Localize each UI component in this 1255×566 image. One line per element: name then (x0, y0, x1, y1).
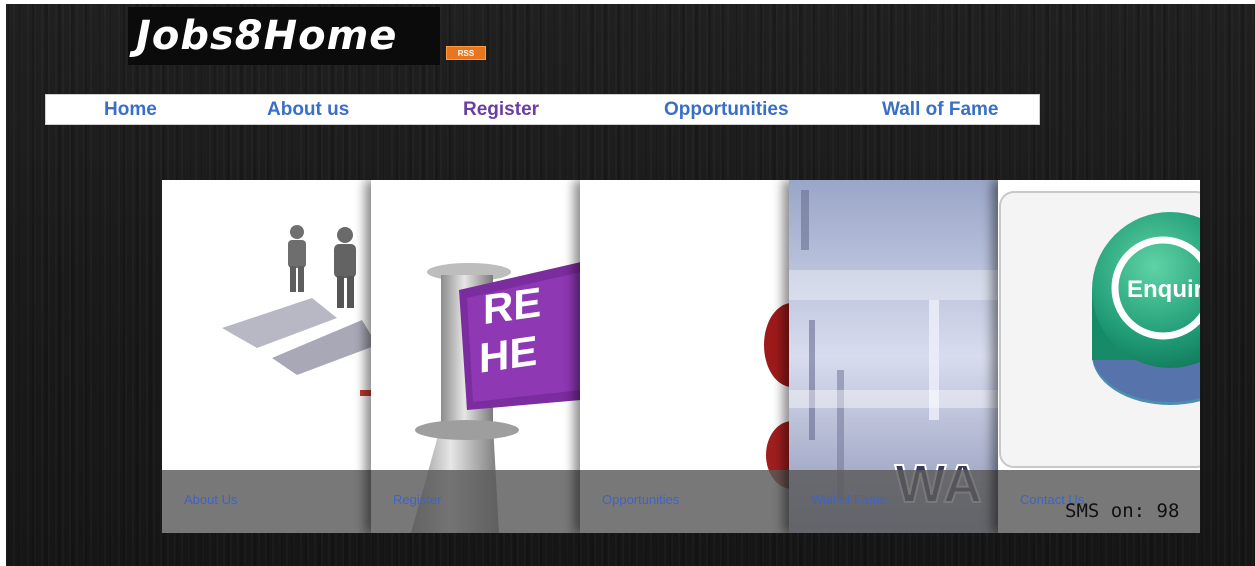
nav-home[interactable]: Home (104, 95, 157, 124)
slider-panel-wall-of-fame[interactable]: WA Wall of Fame (789, 180, 999, 533)
rss-icon[interactable]: RSS (446, 46, 486, 60)
main-nav: Home About us Register Opportunities Wal… (45, 94, 1040, 125)
register-sign-text-2: HE (479, 327, 537, 382)
panel-caption: About Us (162, 470, 372, 533)
image-accordion-slider: About Us RE HE Register Opportunities Wa… (162, 180, 1200, 533)
slider-panel-contact[interactable]: Enquiry Contact Us (998, 180, 1200, 533)
register-sign-text-1: RE (483, 278, 541, 333)
nav-wall-of-fame[interactable]: Wall of Fame (882, 95, 998, 124)
panel-caption: Register (371, 470, 581, 533)
sms-info: SMS on: 98 (1065, 500, 1180, 522)
slider-panel-register[interactable]: RE HE Register (371, 180, 581, 533)
nav-opportunities[interactable]: Opportunities (664, 95, 789, 124)
enquiry-text: Enquiry (1127, 276, 1200, 303)
caption-link-opportunities[interactable]: Opportunities (602, 492, 679, 507)
caption-link-register[interactable]: Register (393, 492, 441, 507)
panel-caption: Opportunities (580, 470, 790, 533)
nav-about-us[interactable]: About us (267, 95, 349, 124)
caption-link-about[interactable]: About Us (184, 492, 237, 507)
panel-caption: Wall of Fame (789, 470, 999, 533)
site-logo[interactable]: Jobs8Home (128, 7, 440, 65)
caption-link-wall-of-fame[interactable]: Wall of Fame (811, 492, 887, 507)
nav-register[interactable]: Register (463, 95, 539, 124)
slider-panel-about[interactable]: About Us (162, 180, 372, 533)
slider-panel-opportunities[interactable]: Opportunities (580, 180, 790, 533)
